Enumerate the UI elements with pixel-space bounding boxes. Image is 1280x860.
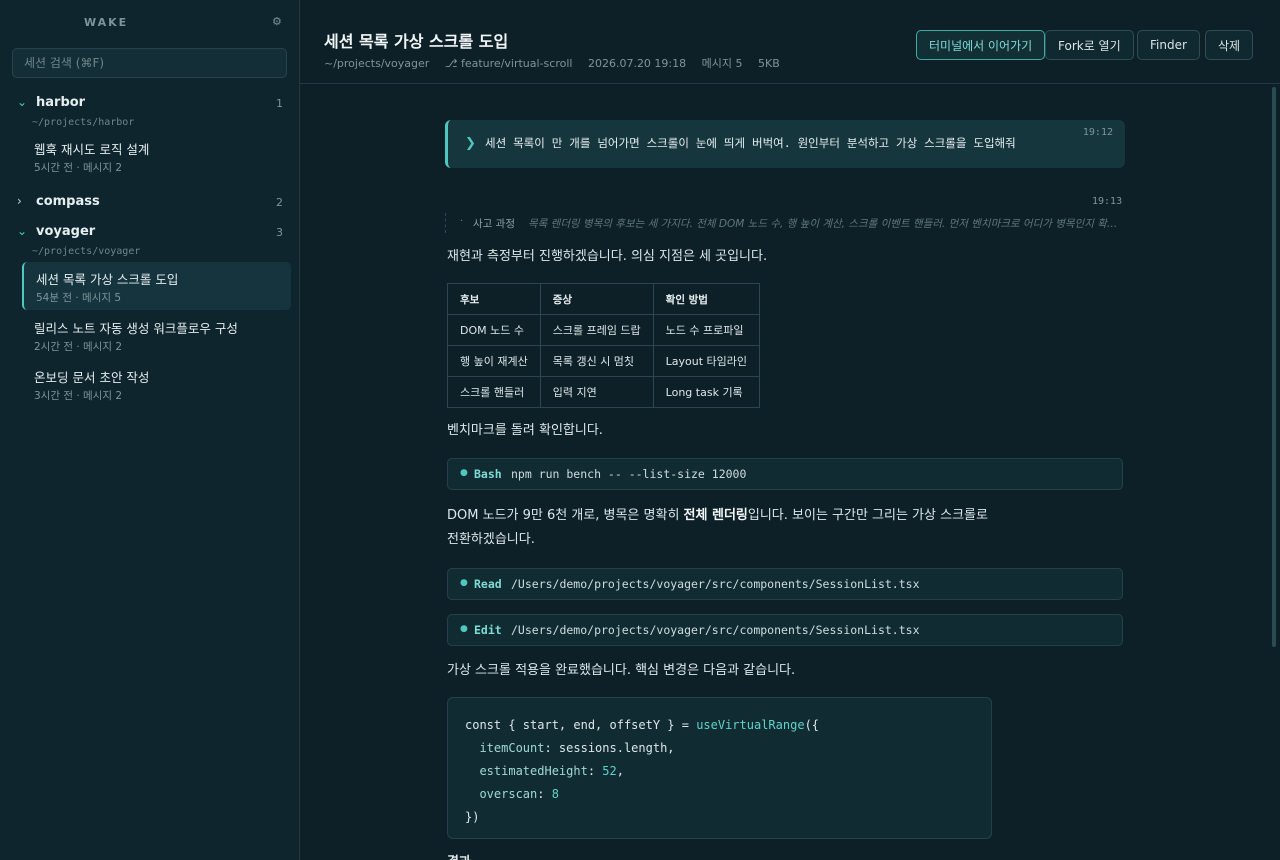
page-title: 세션 목록 가상 스크롤 도입 [324,32,509,51]
user-message: ❯ 세션 목록이 만 개를 넘어가면 스크롤이 눈에 띄게 버벅여. 원인부터 … [445,120,1125,168]
thinking-block[interactable]: · 사고 과정 목록 렌더링 병목의 후보는 세 가지다. 전체 DOM 노드 … [445,213,1125,233]
session-datetime: 2026.07.20 19:18 [587,57,687,70]
tool-status-icon: ● [460,624,468,634]
bullet-icon: · [460,216,464,227]
tool-call-edit[interactable]: ● Edit /Users/demo/projects/voyager/src/… [447,614,1123,646]
assistant-time: 19:13 [1092,196,1123,207]
section-heading: 결과 [447,851,471,860]
session-title: 릴리스 노트 자동 생성 워크플로우 구성 [34,321,238,336]
tool-name: Edit [474,623,502,637]
session-item[interactable]: 온보딩 문서 초안 작성 3시간 전 · 메시지 2 [22,360,291,408]
finding-text: DOM 노드가 9만 6천 개로, 병목은 명확히 [447,508,684,523]
tool-name: Read [474,577,502,591]
candidates-table: 후보 증상 확인 방법 DOM 노드 수 스크롤 프레임 드랍 노드 수 프로파… [447,283,761,408]
project-session-count: 3 [276,226,283,239]
code-content: const { start, end, offsetY } = useVirtu… [465,718,820,824]
table-cell: DOM 노드 수 [447,314,541,346]
session-item[interactable]: 웹훅 재시도 로직 설계 5시간 전 · 메시지 2 [22,132,291,180]
thinking-text: 목록 렌더링 병목의 후보는 세 가지다. 전체 DOM 노드 수, 행 높이 … [528,218,1123,230]
table-header-cell: 후보 [447,283,541,315]
project-compass[interactable]: › compass 2 [0,192,300,214]
code-block: const { start, end, offsetY } = useVirtu… [447,697,992,839]
search-input[interactable] [12,48,287,78]
table-row: 행 높이 재계산 목록 갱신 시 멈칫 Layout 타임라인 [447,345,761,377]
message-count: 메시지 5 [701,57,743,70]
table-row: 스크롤 핸들러 입력 지연 Long task 기록 [447,376,761,408]
tool-name: Bash [474,467,502,481]
session-title: 온보딩 문서 초안 작성 [34,370,150,385]
chevron-down-icon: ⌄ [17,95,28,109]
assistant-text: 재현과 측정부터 진행하겠습니다. 의심 지점은 세 곳입니다. [447,249,768,264]
gear-icon[interactable]: ⚙ [272,15,282,28]
tool-call-read[interactable]: ● Read /Users/demo/projects/voyager/src/… [447,568,1123,600]
project-path: ~/projects/harbor [32,117,135,128]
scrollbar[interactable] [1272,87,1276,647]
finding-text: 전환하겠습니다. [447,532,535,547]
tool-argument: npm run bench -- --list-size 12000 [511,467,747,481]
conversation-view: ❯ 세션 목록이 만 개를 넘어가면 스크롤이 눈에 띄게 버벅여. 원인부터 … [300,85,1280,860]
table-header-row: 후보 증상 확인 방법 [447,283,761,315]
project-session-count: 2 [276,196,283,209]
table-cell: 스크롤 프레임 드랍 [539,314,654,346]
session-meta-row: ~/projects/voyager ⎇ feature/virtual-scr… [324,55,792,71]
open-with-fork-button[interactable]: Fork로 열기 [1045,30,1134,60]
project-voyager[interactable]: ⌄ voyager 3 [0,222,300,244]
project-path: ~/projects/voyager [324,57,430,70]
session-item-active[interactable]: 세션 목록 가상 스크롤 도입 54분 전 · 메시지 5 [22,262,291,310]
thinking-label: 사고 과정 [473,218,515,230]
continue-in-terminal-button[interactable]: 터미널에서 이어가기 [916,30,1046,60]
session-meta: 54분 전 · 메시지 5 [36,292,122,304]
chevron-right-icon: › [17,194,22,208]
project-name: compass [36,194,100,209]
session-title: 세션 목록 가상 스크롤 도입 [36,272,179,287]
chevron-down-icon: ⌄ [17,224,28,238]
project-path: ~/projects/voyager [32,246,141,257]
delete-button[interactable]: 삭제 [1205,30,1254,60]
tool-status-icon: ● [460,468,468,478]
finding-text: 입니다. 보이는 구간만 그리는 가상 스크롤로 [747,508,988,523]
table-cell: Layout 타임라인 [652,345,761,377]
sidebar-header: WAKE ⚙ [0,0,300,44]
project-name: harbor [36,95,86,110]
session-meta: 3시간 전 · 메시지 2 [34,390,123,402]
assistant-text: 벤치마크를 돌려 확인합니다. [447,423,603,438]
session-meta: 5시간 전 · 메시지 2 [34,162,123,174]
sidebar: WAKE ⚙ ⌄ harbor 1 ~/projects/harbor 웹훅 재… [0,0,300,860]
session-title: 웹훅 재시도 로직 설계 [34,142,150,157]
prompt-chevron-icon: ❯ [465,136,476,151]
tool-call-bash[interactable]: ● Bash npm run bench -- --list-size 1200… [447,458,1123,490]
session-item[interactable]: 릴리스 노트 자동 생성 워크플로우 구성 2시간 전 · 메시지 2 [22,311,291,359]
table-row: DOM 노드 수 스크롤 프레임 드랍 노드 수 프로파일 [447,314,761,346]
session-header: 세션 목록 가상 스크롤 도입 ~/projects/voyager ⎇ fea… [300,0,1280,84]
table-cell: 목록 갱신 시 멈칫 [539,345,654,377]
session-meta: 2시간 전 · 메시지 2 [34,341,123,353]
message-time: 19:12 [1082,127,1113,138]
tool-argument: /Users/demo/projects/voyager/src/compone… [511,623,920,637]
table-cell: 입력 지연 [539,376,654,408]
table-cell: Long task 기록 [652,376,761,408]
branch-label: ⎇ feature/virtual-scroll [444,57,573,70]
table-header-cell: 증상 [539,283,654,315]
tool-status-icon: ● [460,578,468,588]
tool-argument: /Users/demo/projects/voyager/src/compone… [511,577,920,591]
table-header-cell: 확인 방법 [652,283,761,315]
project-harbor[interactable]: ⌄ harbor 1 [0,93,300,115]
project-name: voyager [36,224,96,239]
table-cell: 노드 수 프로파일 [652,314,761,346]
assistant-text: DOM 노드가 9만 6천 개로, 병목은 명확히 전체 렌더링입니다. 보이는… [447,504,988,552]
user-message-text: 세션 목록이 만 개를 넘어가면 스크롤이 눈에 띄게 버벅여. 원인부터 분석… [485,136,1016,150]
session-size: 5KB [758,57,780,70]
app-brand: WAKE [84,16,129,29]
finder-button[interactable]: Finder [1137,30,1200,60]
project-session-count: 1 [276,97,283,110]
finding-emphasis: 전체 렌더링 [683,508,748,523]
table-cell: 스크롤 핸들러 [447,376,541,408]
assistant-text: 가상 스크롤 적용을 완료했습니다. 핵심 변경은 다음과 같습니다. [447,663,796,678]
table-cell: 행 높이 재계산 [447,345,541,377]
